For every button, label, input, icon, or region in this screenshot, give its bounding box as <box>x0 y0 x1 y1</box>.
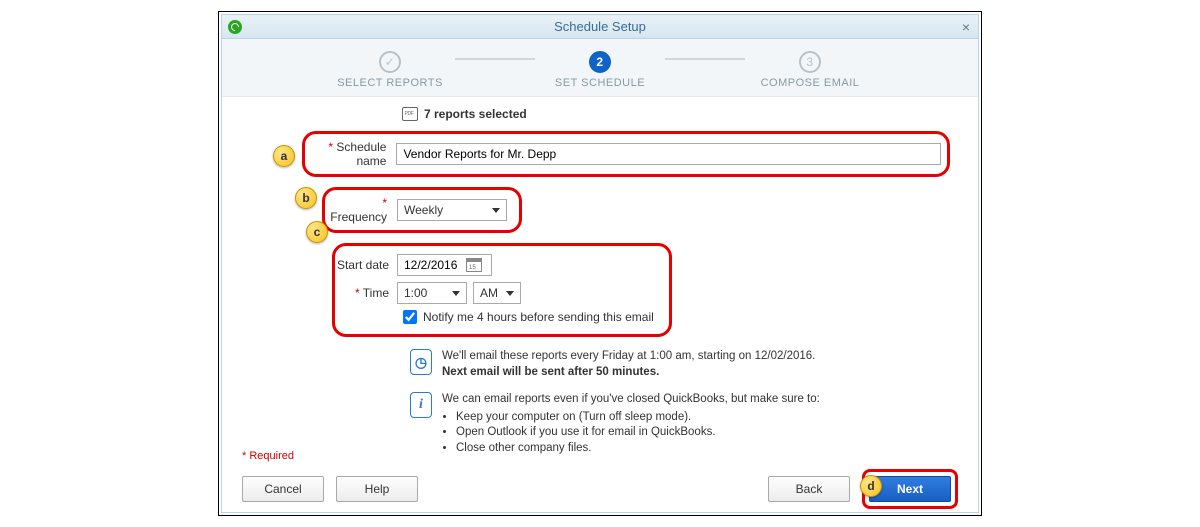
time-select[interactable]: 1:00 <box>397 282 467 304</box>
wizard-stepper: SELECT REPORTS 2 SET SCHEDULE 3 COMPOSE … <box>222 39 978 97</box>
tips-intro: We can email reports even if you've clos… <box>442 392 820 408</box>
step-connector <box>455 58 535 60</box>
time-row: * Time 1:00 AM <box>335 282 659 304</box>
annotation-callout-b: b <box>295 187 317 209</box>
highlight-group-c: Start date * Time 1:00 <box>332 243 672 337</box>
schedule-name-label: * Schedule name <box>305 140 396 168</box>
annotation-callout-d: d <box>860 475 882 497</box>
step1-label: SELECT REPORTS <box>337 77 443 89</box>
next-email-line: Next email will be sent after 50 minutes… <box>442 365 815 381</box>
ampm-value: AM <box>480 286 498 300</box>
step3-circle: 3 <box>799 51 821 73</box>
notify-checkbox[interactable] <box>403 310 417 324</box>
annotation-callout-c: c <box>306 221 328 243</box>
screenshot-frame: Schedule Setup × SELECT REPORTS 2 SET SC… <box>218 11 982 516</box>
tip-item: Open Outlook if you use it for email in … <box>456 425 820 441</box>
notify-checkbox-row: Notify me 4 hours before sending this em… <box>403 310 659 324</box>
start-date-row: Start date <box>335 254 659 276</box>
info-icon <box>410 392 432 418</box>
frequency-label: * Frequency <box>325 196 397 224</box>
tips-list: Keep your computer on (Turn off sleep mo… <box>456 410 820 457</box>
step1-circle-check-icon <box>379 51 401 73</box>
step-compose-email: 3 COMPOSE EMAIL <box>745 51 875 89</box>
start-date-input[interactable] <box>397 254 492 276</box>
chevron-down-icon <box>492 208 500 213</box>
cancel-button[interactable]: Cancel <box>242 476 324 502</box>
notify-label: Notify me 4 hours before sending this em… <box>423 310 654 324</box>
frequency-value: Weekly <box>404 203 443 217</box>
tips-block: We can email reports even if you've clos… <box>410 392 958 456</box>
calendar-icon[interactable] <box>466 258 482 272</box>
time-value: 1:00 <box>404 286 427 300</box>
chevron-down-icon <box>506 291 514 296</box>
annotation-callout-a: a <box>273 145 295 167</box>
step3-label: COMPOSE EMAIL <box>761 77 860 89</box>
schedule-setup-dialog: Schedule Setup × SELECT REPORTS 2 SET SC… <box>221 14 979 513</box>
schedule-summary-line: We'll email these reports every Friday a… <box>442 349 815 365</box>
step2-label: SET SCHEDULE <box>555 77 645 89</box>
schedule-name-input[interactable] <box>396 143 941 165</box>
ampm-select[interactable]: AM <box>473 282 521 304</box>
schedule-name-row: * Schedule name <box>305 140 941 168</box>
reports-selected-row: 7 reports selected <box>402 107 958 121</box>
highlight-group-a: * Schedule name <box>302 131 950 177</box>
schedule-summary-block: We'll email these reports every Friday a… <box>410 349 958 380</box>
clock-icon <box>410 349 432 375</box>
close-icon[interactable]: × <box>962 19 970 35</box>
titlebar: Schedule Setup × <box>222 15 978 39</box>
start-date-text[interactable] <box>404 258 462 272</box>
dialog-title: Schedule Setup <box>222 19 978 34</box>
back-button[interactable]: Back <box>768 476 850 502</box>
dialog-content: 7 reports selected * Schedule name * Fre… <box>222 97 978 466</box>
time-label: * Time <box>335 286 397 300</box>
reports-selected-text: 7 reports selected <box>424 107 527 121</box>
frequency-row: * Frequency Weekly <box>325 196 513 224</box>
pdf-icon <box>402 107 418 121</box>
tip-item: Keep your computer on (Turn off sleep mo… <box>456 410 820 426</box>
chevron-down-icon <box>452 291 460 296</box>
step-set-schedule: 2 SET SCHEDULE <box>535 51 665 89</box>
step-select-reports: SELECT REPORTS <box>325 51 455 89</box>
step-connector <box>665 58 745 60</box>
frequency-select[interactable]: Weekly <box>397 199 507 221</box>
step2-circle: 2 <box>589 51 611 73</box>
start-date-label: Start date <box>335 258 397 272</box>
highlight-group-b: * Frequency Weekly <box>322 187 522 233</box>
required-note: * Required <box>242 450 294 462</box>
tip-item: Close other company files. <box>456 441 820 457</box>
help-button[interactable]: Help <box>336 476 418 502</box>
